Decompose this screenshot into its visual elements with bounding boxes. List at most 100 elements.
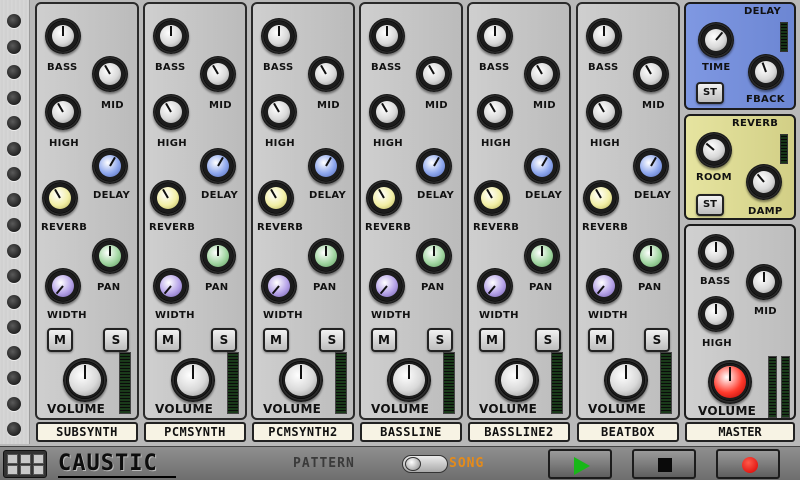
mid-label: MID (101, 100, 124, 111)
delay-stereo-button[interactable]: ST (696, 82, 724, 104)
level-meter (660, 352, 672, 414)
width-knob[interactable] (586, 268, 622, 304)
mute-button[interactable]: M (155, 328, 181, 352)
high-knob[interactable] (261, 94, 297, 130)
pan-knob[interactable] (308, 238, 344, 274)
width-label: WIDTH (371, 310, 411, 321)
reverb-knob[interactable] (583, 180, 619, 216)
solo-button[interactable]: S (319, 328, 345, 352)
delay-knob[interactable] (92, 148, 128, 184)
pan-knob[interactable] (524, 238, 560, 274)
volume-knob[interactable] (171, 358, 215, 402)
binder-hole (7, 243, 21, 258)
solo-button[interactable]: S (535, 328, 561, 352)
delay-time-knob[interactable] (698, 22, 734, 58)
binder-hole (7, 90, 21, 105)
reverb-knob[interactable] (366, 180, 402, 216)
width-knob[interactable] (369, 268, 405, 304)
channel-strip: BASS MID HIGH DELAY REVERB PAN WIDTH M S VOLUME BA… (467, 2, 571, 444)
reverb-knob[interactable] (150, 180, 186, 216)
master-high-knob[interactable] (698, 296, 734, 332)
high-knob[interactable] (153, 94, 189, 130)
bass-knob[interactable] (369, 18, 405, 54)
pan-knob[interactable] (200, 238, 236, 274)
bass-knob[interactable] (45, 18, 81, 54)
reverb-knob[interactable] (258, 180, 294, 216)
solo-button[interactable]: S (211, 328, 237, 352)
delay-time-label: TIME (702, 62, 731, 73)
pan-knob[interactable] (92, 238, 128, 274)
channel-strip: BASS MID HIGH DELAY REVERB PAN WIDTH M S VOLUME PC… (143, 2, 247, 444)
master-meter-left (768, 356, 777, 418)
mute-button[interactable]: M (588, 328, 614, 352)
volume-knob[interactable] (63, 358, 107, 402)
volume-knob[interactable] (604, 358, 648, 402)
volume-knob[interactable] (387, 358, 431, 402)
master-bass-knob[interactable] (698, 234, 734, 270)
mute-button[interactable]: M (263, 328, 289, 352)
width-knob[interactable] (261, 268, 297, 304)
delay-label: DELAY (93, 190, 131, 201)
pan-knob[interactable] (416, 238, 452, 274)
reverb-label: REVERB (365, 222, 412, 233)
pattern-mode-label[interactable]: PATTERN (293, 456, 355, 471)
master-meter-right (781, 356, 790, 418)
solo-button[interactable]: S (644, 328, 670, 352)
solo-button[interactable]: S (427, 328, 453, 352)
play-button[interactable] (548, 449, 612, 479)
song-mode-label[interactable]: SONG (449, 456, 484, 471)
binder-hole (7, 167, 21, 181)
delay-knob[interactable] (524, 148, 560, 184)
bass-knob[interactable] (153, 18, 189, 54)
master-panel: BASS MID HIGH VOLUME (684, 224, 796, 420)
volume-knob[interactable] (495, 358, 539, 402)
mute-button[interactable]: M (47, 328, 73, 352)
volume-label: VOLUME (479, 402, 538, 416)
mid-knob[interactable] (633, 56, 669, 92)
grid-menu-icon[interactable] (3, 450, 47, 478)
reverb-knob[interactable] (474, 180, 510, 216)
delay-label: DELAY (309, 190, 347, 201)
stop-button[interactable] (632, 449, 696, 479)
width-knob[interactable] (477, 268, 513, 304)
channel-strip: BASS MID HIGH DELAY REVERB PAN WIDTH M S VOLUME SU… (35, 2, 139, 444)
width-knob[interactable] (153, 268, 189, 304)
record-button[interactable] (716, 449, 780, 479)
reverb-room-knob[interactable] (696, 132, 732, 168)
delay-label: DELAY (634, 190, 672, 201)
reverb-stereo-button[interactable]: ST (696, 194, 724, 216)
pattern-song-toggle[interactable] (402, 455, 448, 473)
solo-button[interactable]: S (103, 328, 129, 352)
mid-knob[interactable] (524, 56, 560, 92)
pan-knob[interactable] (633, 238, 669, 274)
master-bass-label: BASS (700, 276, 731, 287)
volume-knob[interactable] (279, 358, 323, 402)
high-knob[interactable] (477, 94, 513, 130)
mute-button[interactable]: M (479, 328, 505, 352)
delay-knob[interactable] (200, 148, 236, 184)
high-knob[interactable] (45, 94, 81, 130)
reverb-knob[interactable] (42, 180, 78, 216)
mid-knob[interactable] (200, 56, 236, 92)
bass-knob[interactable] (261, 18, 297, 54)
delay-feedback-knob[interactable] (748, 54, 784, 90)
master-high-label: HIGH (702, 338, 732, 349)
master-volume-knob[interactable] (708, 360, 752, 404)
delay-knob[interactable] (416, 148, 452, 184)
reverb-title: REVERB (732, 118, 779, 129)
delay-knob[interactable] (633, 148, 669, 184)
delay-knob[interactable] (308, 148, 344, 184)
reverb-damp-knob[interactable] (746, 164, 782, 200)
mid-knob[interactable] (92, 56, 128, 92)
mid-knob[interactable] (308, 56, 344, 92)
delay-label: DELAY (525, 190, 563, 201)
high-knob[interactable] (369, 94, 405, 130)
master-name-tag: MASTER (685, 422, 795, 442)
width-knob[interactable] (45, 268, 81, 304)
mute-button[interactable]: M (371, 328, 397, 352)
high-knob[interactable] (586, 94, 622, 130)
bass-knob[interactable] (586, 18, 622, 54)
bass-knob[interactable] (477, 18, 513, 54)
mid-knob[interactable] (416, 56, 452, 92)
master-mid-knob[interactable] (746, 264, 782, 300)
